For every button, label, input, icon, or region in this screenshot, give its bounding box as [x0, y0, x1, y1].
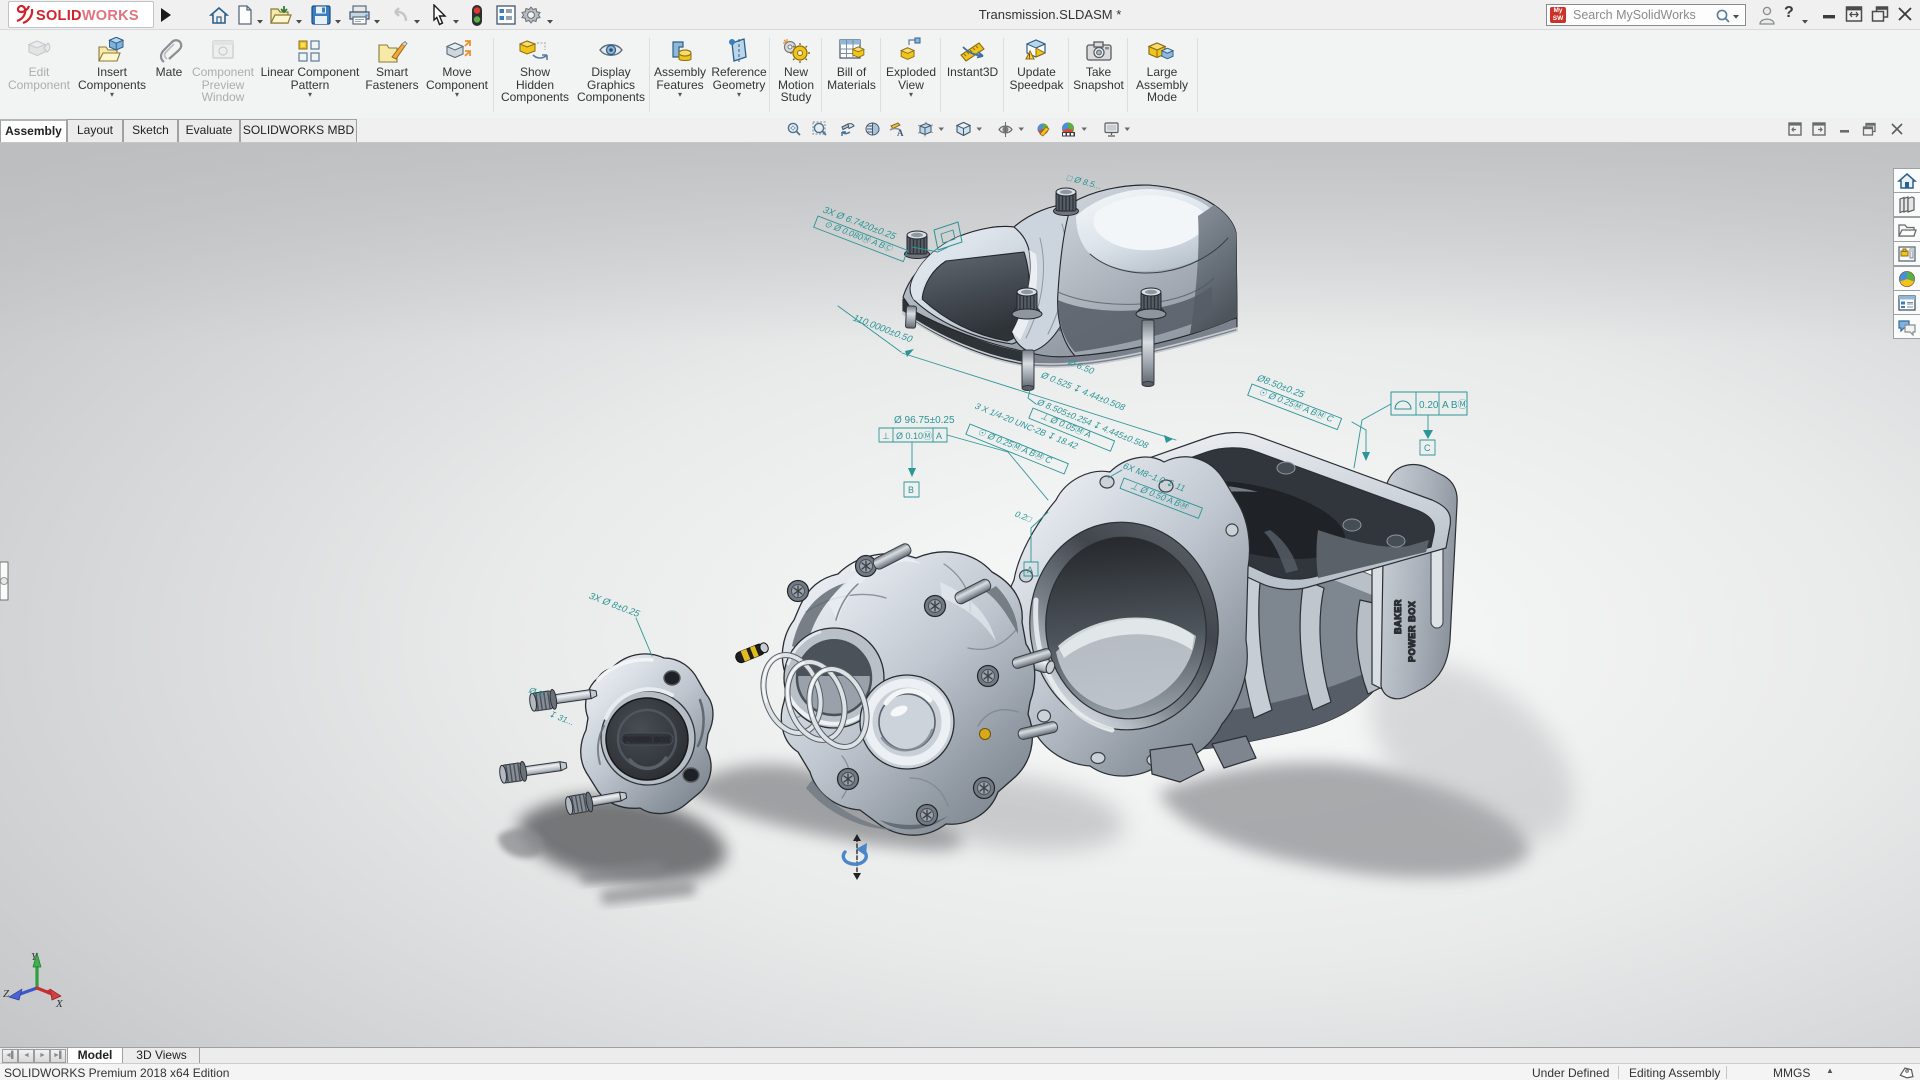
svg-text:POWER BOX: POWER BOX [1407, 601, 1417, 662]
svg-text:X: X [55, 998, 64, 1010]
svg-text:A BⓂ: A BⓂ [1442, 399, 1468, 411]
svg-text:POWER BOX: POWER BOX [624, 737, 670, 744]
svg-text:B: B [908, 485, 914, 495]
svg-text:Ø 96.75±0.25: Ø 96.75±0.25 [894, 415, 955, 426]
svg-text:A: A [1027, 565, 1033, 575]
svg-text:A: A [936, 431, 942, 441]
svg-text:!: ! [1028, 54, 1030, 61]
svg-text:⊥: ⊥ [882, 431, 890, 441]
svg-text:0.20: 0.20 [1419, 400, 1439, 411]
svg-text:C: C [1424, 443, 1431, 453]
svg-text:Z: Z [3, 988, 10, 1000]
svg-text:BAKER: BAKER [1393, 599, 1403, 634]
svg-text:SOLIDWORKS: SOLIDWORKS [36, 8, 139, 24]
svg-text:Ø 0.10Ⓜ: Ø 0.10Ⓜ [896, 431, 932, 441]
svg-text:A: A [897, 128, 904, 138]
